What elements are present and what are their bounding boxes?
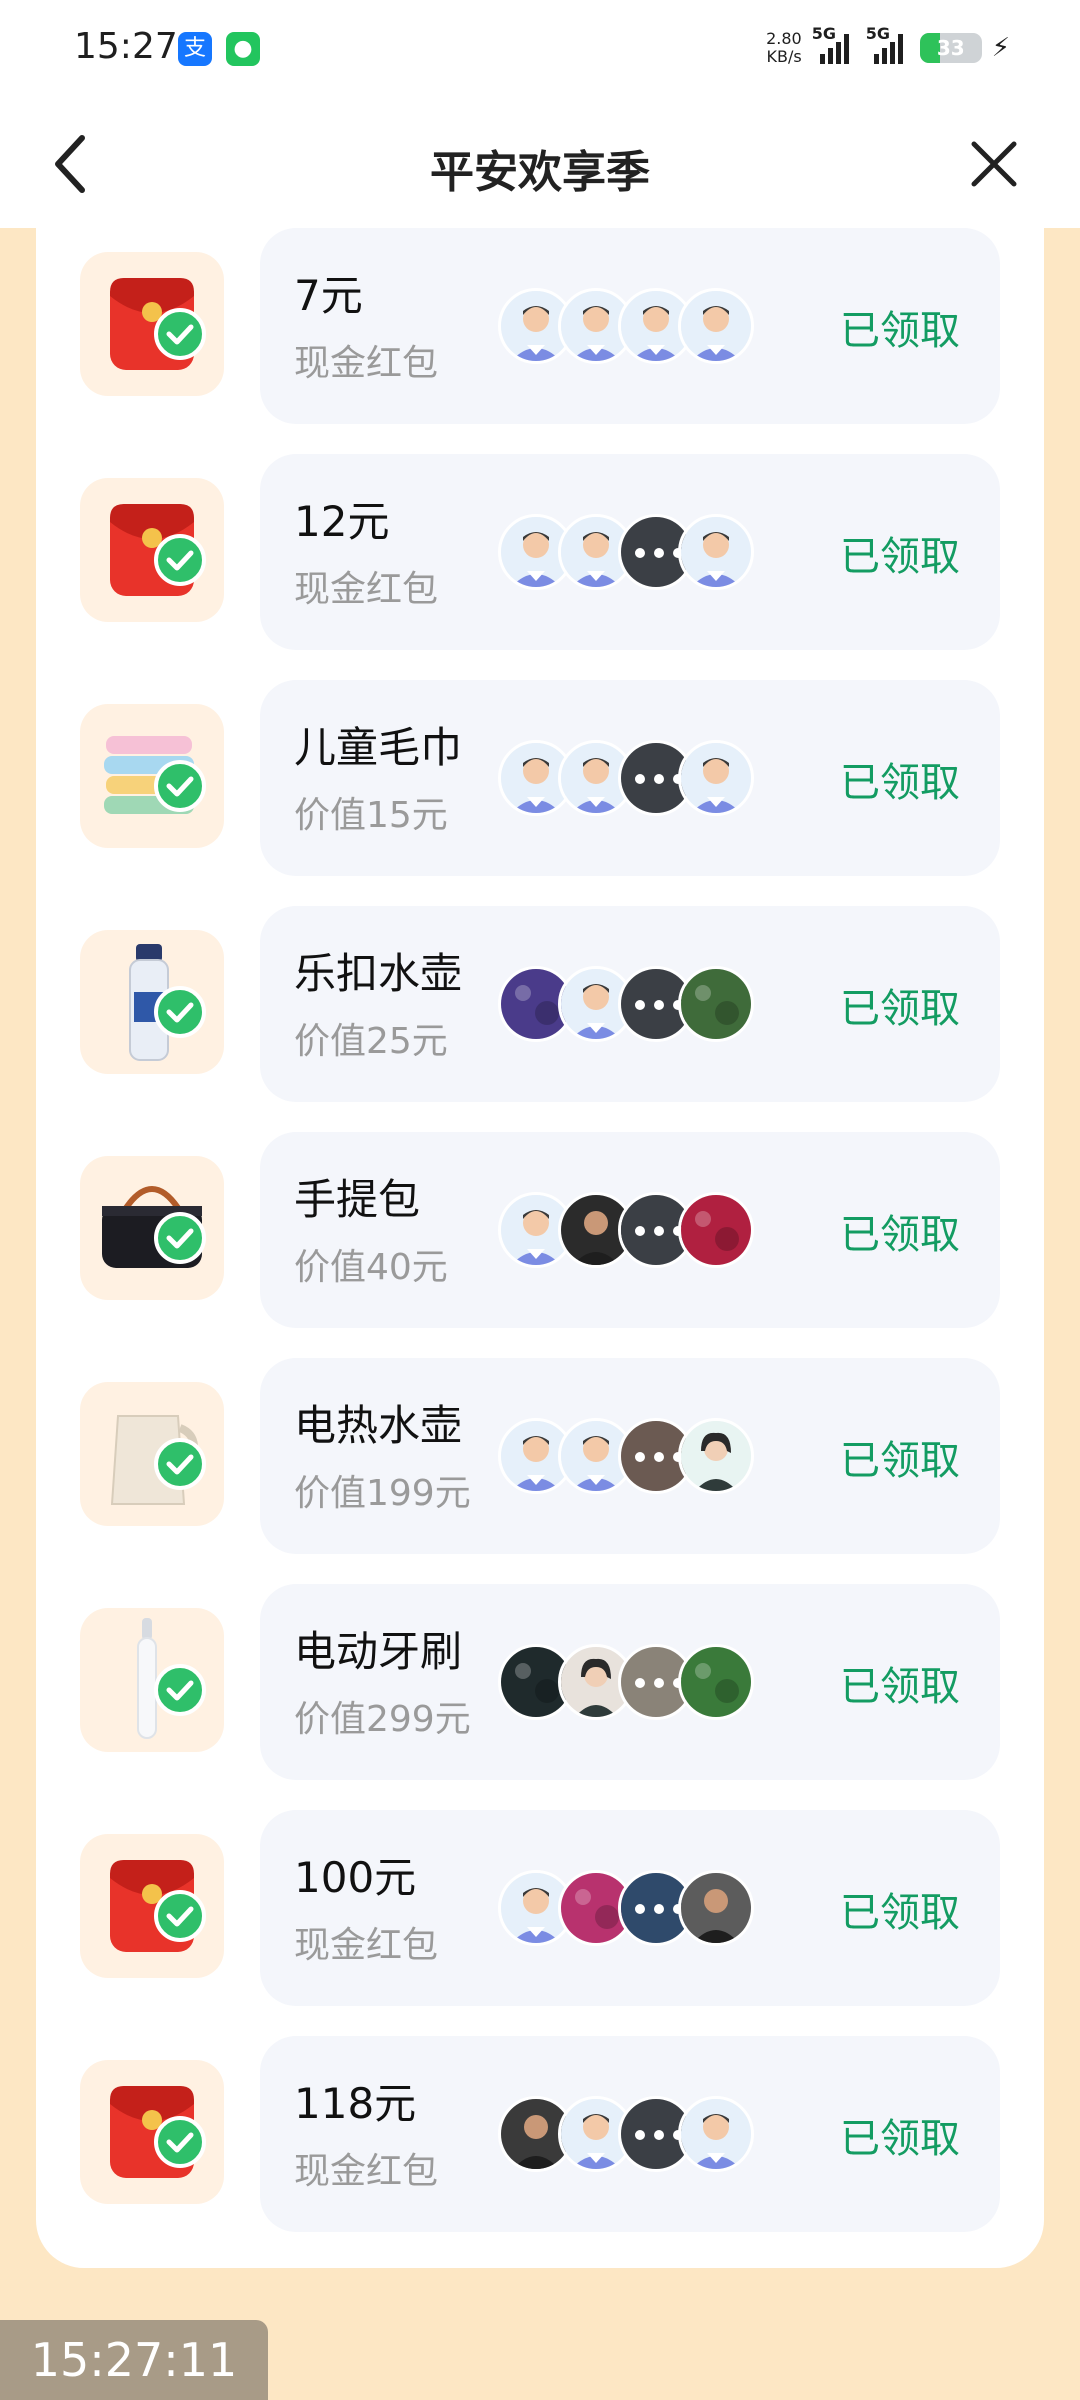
close-icon [971, 141, 1017, 187]
avatar [678, 514, 754, 590]
reward-panel: 7元现金红包 已领取 [260, 228, 1000, 424]
page-header: 平安欢享季 [0, 100, 1080, 228]
reward-panel: 100元现金红包 已领取 [260, 1810, 1000, 2006]
avatar-group [498, 1418, 754, 1494]
claimed-status[interactable]: 已领取 [840, 1202, 960, 1260]
reward-row: 100元现金红包 已领取 [80, 1810, 1000, 2006]
alipay-icon: 支 [178, 32, 212, 66]
battery-icon: 33 [919, 33, 982, 63]
check-icon [154, 986, 206, 1038]
avatar-group [498, 1870, 754, 1946]
reward-row: 乐扣水壶价值25元 已领取 [80, 906, 1000, 1102]
overlay-timestamp: 15:27:11 [0, 2320, 268, 2400]
check-icon [154, 2116, 206, 2168]
avatar [678, 1870, 754, 1946]
check-icon [154, 760, 206, 812]
reward-desc: 现金红包 [294, 2151, 439, 2192]
avatar-group [498, 740, 754, 816]
reward-desc: 价值299元 [294, 1699, 471, 1740]
reward-row: 118元现金红包 已领取 [80, 2036, 1000, 2232]
avatar [678, 2096, 754, 2172]
check-icon [154, 534, 206, 586]
avatar [678, 1644, 754, 1720]
reward-name: 手提包 [294, 1175, 421, 1224]
claimed-status[interactable]: 已领取 [840, 2106, 960, 2164]
reward-row: 电动牙刷价值299元 已领取 [80, 1584, 1000, 1780]
reward-desc: 现金红包 [294, 1925, 439, 1966]
network-speed: 2.80 KB/s [766, 29, 802, 66]
check-icon [154, 1438, 206, 1490]
reward-name: 乐扣水壶 [294, 949, 463, 998]
avatar-group [498, 966, 754, 1042]
page-title: 平安欢享季 [430, 147, 650, 198]
claimed-status[interactable]: 已领取 [840, 1654, 960, 1712]
reward-row: 12元现金红包 已领取 [80, 454, 1000, 650]
reward-row: 电热水壶价值199元 已领取 [80, 1358, 1000, 1554]
claimed-status[interactable]: 已领取 [840, 976, 960, 1034]
signal-icon: 5G [866, 24, 910, 64]
reward-desc: 价值40元 [294, 1247, 448, 1288]
status-bar: 15:27 支 ● 2.80 KB/s 5G 5G 33 ⚡ [0, 0, 1080, 100]
reward-panel: 儿童毛巾价值15元 已领取 [260, 680, 1000, 876]
avatar-group [498, 2096, 754, 2172]
reward-name: 12元 [294, 497, 390, 546]
avatar [678, 1418, 754, 1494]
charging-icon: ⚡ [991, 33, 1010, 63]
reward-panel: 电动牙刷价值299元 已领取 [260, 1584, 1000, 1780]
status-time: 15:27 [74, 26, 178, 67]
reward-name: 100元 [294, 1853, 417, 1902]
claimed-status[interactable]: 已领取 [840, 298, 960, 356]
avatar [678, 288, 754, 364]
signal-icon: 5G [812, 24, 856, 64]
reward-desc: 价值199元 [294, 1473, 471, 1514]
reward-name: 电动牙刷 [294, 1627, 463, 1676]
claimed-status[interactable]: 已领取 [840, 750, 960, 808]
reward-panel: 118元现金红包 已领取 [260, 2036, 1000, 2232]
reward-name: 儿童毛巾 [294, 723, 463, 772]
avatar [678, 966, 754, 1042]
reward-row: 儿童毛巾价值15元 已领取 [80, 680, 1000, 876]
reward-desc: 价值25元 [294, 1021, 448, 1062]
close-button[interactable] [966, 136, 1022, 192]
check-icon [154, 308, 206, 360]
reward-list: 7元 现金红包 已领取 12元 现金红包 已领取 儿童毛巾 价值15元 已领取 乐扣水壶 价值25元… [36, 228, 1044, 2268]
reward-name: 电热水壶 [294, 1401, 463, 1450]
check-icon [154, 1212, 206, 1264]
claimed-status[interactable]: 已领取 [840, 524, 960, 582]
claimed-status[interactable]: 已领取 [840, 1880, 960, 1938]
reward-panel: 12元现金红包 已领取 [260, 454, 1000, 650]
check-icon [154, 1890, 206, 1942]
reward-panel: 电热水壶价值199元 已领取 [260, 1358, 1000, 1554]
reward-desc: 现金红包 [294, 343, 439, 384]
reward-desc: 价值15元 [294, 795, 448, 836]
reward-panel: 乐扣水壶价值25元 已领取 [260, 906, 1000, 1102]
avatar [678, 1192, 754, 1268]
avatar-group [498, 1644, 754, 1720]
reward-row: 7元现金红包 已领取 [80, 228, 1000, 424]
claimed-status[interactable]: 已领取 [840, 1428, 960, 1486]
reward-name: 7元 [294, 271, 363, 320]
avatar-group [498, 514, 754, 590]
avatar-group [498, 1192, 754, 1268]
check-icon [154, 1664, 206, 1716]
reward-row: 手提包价值40元 已领取 [80, 1132, 1000, 1328]
reward-name: 118元 [294, 2079, 417, 2128]
avatar-group [498, 288, 754, 364]
reward-desc: 现金红包 [294, 569, 439, 610]
reward-panel: 手提包价值40元 已领取 [260, 1132, 1000, 1328]
avatar [678, 740, 754, 816]
wechat-icon: ● [226, 32, 260, 66]
